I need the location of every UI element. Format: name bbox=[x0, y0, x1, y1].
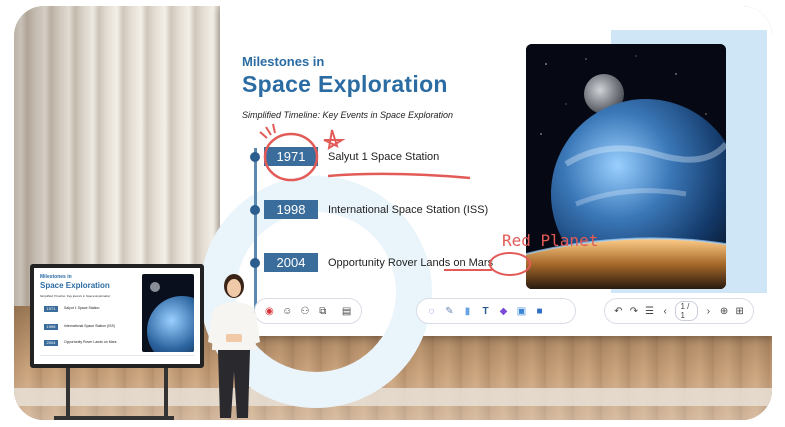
undo-icon[interactable]: ↶ bbox=[613, 305, 624, 318]
shapes-icon[interactable]: ◆ bbox=[497, 305, 510, 318]
drawing-toolbar: ◌ ✎ ▮ T ◆ ▣ ■ bbox=[416, 298, 576, 324]
add-user-icon[interactable]: ☺ bbox=[281, 305, 294, 318]
stage-scene: Milestones in Space Exploration Simplifi… bbox=[14, 6, 772, 420]
lasso-icon[interactable]: ◌ bbox=[425, 305, 438, 318]
earth-illustration bbox=[526, 44, 726, 289]
underline-annotation bbox=[327, 172, 471, 180]
mini-event: Opportunity Rover Lands on Mars bbox=[64, 340, 117, 344]
timeline-event: International Space Station (ISS) bbox=[328, 204, 489, 216]
mini-title: Space Exploration bbox=[40, 281, 110, 290]
pages-grid-icon[interactable]: ⊞ bbox=[734, 305, 745, 318]
floor-rail bbox=[14, 388, 772, 406]
prev-page-icon[interactable]: ‹ bbox=[660, 305, 671, 318]
timeline-event: Opportunity Rover Lands on Mars bbox=[328, 257, 494, 269]
mini-subtitle: Simplified Timeline: Key Events in Space… bbox=[40, 294, 111, 298]
stand-leg bbox=[66, 368, 70, 420]
screen-share-icon[interactable]: ⧉ bbox=[316, 305, 329, 318]
navigation-toolbar: ↶ ↷ ☰ ‹ 1 / 1 › ⊕ ⊞ bbox=[604, 298, 754, 324]
notes-icon[interactable]: ☰ bbox=[644, 305, 655, 318]
mini-title-small: Milestones in bbox=[40, 274, 72, 280]
mini-event: Salyut 1 Space Station bbox=[64, 306, 100, 310]
timeline-event: Salyut 1 Space Station bbox=[328, 151, 440, 163]
mini-display: Milestones in Space Exploration Simplifi… bbox=[30, 264, 204, 368]
earth-space-image bbox=[526, 44, 726, 289]
mini-year: 1998 bbox=[44, 324, 58, 330]
user-switch-icon[interactable]: ⚇ bbox=[299, 305, 312, 318]
mini-display-screen: Milestones in Space Exploration Simplifi… bbox=[34, 268, 200, 364]
mini-toolbar bbox=[40, 355, 194, 362]
eraser-icon[interactable]: ▮ bbox=[461, 305, 474, 318]
box-icon[interactable]: ■ bbox=[533, 305, 546, 318]
left-toolbar: ◉ ☺ ⚇ ⧉ ▤ bbox=[254, 298, 362, 324]
mini-year: 1971 bbox=[44, 306, 58, 312]
page-indicator: 1 / 1 bbox=[675, 301, 699, 321]
slide-title: Space Exploration bbox=[242, 71, 448, 97]
mini-year: 2004 bbox=[44, 340, 58, 346]
emphasis-marks bbox=[259, 123, 276, 139]
slide-title-small: Milestones in bbox=[242, 54, 325, 69]
circle-mars bbox=[489, 252, 531, 276]
redo-icon[interactable]: ↷ bbox=[629, 305, 640, 318]
stand-base bbox=[54, 416, 174, 420]
pen-icon[interactable]: ✎ bbox=[443, 305, 456, 318]
presentation-screen: Milestones in Space Exploration Simplifi… bbox=[200, 6, 772, 408]
timeline-dot bbox=[250, 152, 260, 162]
slide-subtitle: Simplified Timeline: Key Events in Space… bbox=[242, 110, 454, 120]
stand-leg bbox=[164, 368, 168, 420]
star-annotation bbox=[323, 129, 346, 151]
mini-earth-image bbox=[142, 274, 194, 352]
timeline-year: 2004 bbox=[264, 253, 318, 272]
timeline-dot bbox=[250, 258, 260, 268]
record-icon[interactable]: ◉ bbox=[263, 305, 276, 318]
mini-event: International Space Station (ISS) bbox=[64, 324, 115, 328]
timeline-year: 1998 bbox=[264, 200, 318, 219]
timeline-dot bbox=[250, 205, 260, 215]
timeline-year: 1971 bbox=[264, 147, 318, 166]
presenter bbox=[208, 274, 260, 418]
image-icon[interactable]: ▣ bbox=[515, 305, 528, 318]
clipboard-icon[interactable]: ▤ bbox=[340, 305, 353, 318]
next-page-icon[interactable]: › bbox=[703, 305, 714, 318]
text-icon[interactable]: T bbox=[479, 305, 492, 318]
add-page-icon[interactable]: ⊕ bbox=[719, 305, 730, 318]
